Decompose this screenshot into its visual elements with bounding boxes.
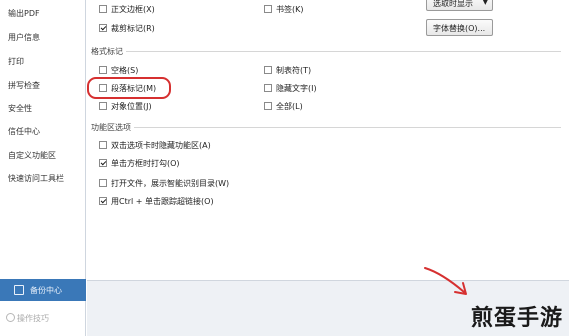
annotation-arrow	[424, 267, 467, 295]
ribbon-options-divider	[91, 127, 561, 128]
sidebar-item-print[interactable]: 打印	[8, 56, 24, 67]
watermark-logo: 煎蛋手游	[470, 305, 563, 331]
backup-icon	[14, 285, 24, 295]
hide-ribbon-checkbox[interactable]	[99, 141, 107, 149]
format-marks-title: 格式标记	[91, 46, 126, 57]
tips-icon	[6, 313, 15, 322]
annotation-highlight	[87, 77, 171, 99]
object-anchor-checkbox[interactable]	[99, 102, 107, 110]
tab-mark-label: 制表符(T)	[276, 66, 312, 75]
smart-toc-checkbox[interactable]	[99, 179, 107, 187]
hidden-text-label: 隐藏文字(I)	[276, 84, 317, 93]
object-anchor-label: 对象位置(J)	[111, 102, 152, 111]
display-mode-value: 选取时显示	[433, 0, 473, 8]
backup-center-button[interactable]: 备份中心	[0, 279, 86, 301]
bookmark-checkbox[interactable]	[264, 5, 272, 13]
space-mark-label: 空格(S)	[111, 66, 139, 75]
display-mode-select[interactable]: 选取时显示 ▼	[426, 0, 493, 11]
view-options-panel: 正文边框(X) 裁剪标记(R) 书签(K) 选取时显示 ▼ 字体替换(O)...…	[87, 0, 569, 280]
sidebar-item-quick-access-toolbar[interactable]: 快速访问工具栏	[8, 173, 64, 184]
sidebar-item-spell-check[interactable]: 拼写检查	[8, 80, 40, 91]
sidebar-item-customize-ribbon[interactable]: 自定义功能区	[8, 150, 56, 161]
hide-ribbon-label: 双击选项卡时隐藏功能区(A)	[111, 141, 211, 150]
all-marks-label: 全部(L)	[276, 102, 303, 111]
hidden-text-checkbox[interactable]	[264, 84, 272, 92]
click-to-check-label: 单击方框时打勾(O)	[111, 159, 180, 168]
tab-mark-checkbox[interactable]	[264, 66, 272, 74]
sidebar-item-trust-center[interactable]: 信任中心	[8, 126, 40, 137]
crop-marks-checkbox[interactable]	[99, 24, 107, 32]
ribbon-options-title: 功能区选项	[91, 122, 134, 133]
bookmark-label: 书签(K)	[276, 5, 304, 14]
sidebar-item-export-pdf[interactable]: 输出PDF	[8, 8, 40, 19]
tips-link[interactable]: 操作技巧	[0, 305, 86, 336]
settings-sidebar: 输出PDF 用户信息 打印 拼写检查 安全性 信任中心 自定义功能区 快速访问工…	[0, 0, 86, 336]
smart-toc-label: 打开文件，展示智能识别目录(W)	[111, 179, 230, 188]
backup-center-label: 备份中心	[30, 286, 62, 295]
text-boundary-checkbox[interactable]	[99, 5, 107, 13]
ctrl-click-link-label: 用Ctrl + 单击跟踪超链接(O)	[111, 197, 214, 206]
sidebar-item-security[interactable]: 安全性	[8, 103, 32, 114]
ctrl-click-link-checkbox[interactable]	[99, 197, 107, 205]
sidebar-item-user-info[interactable]: 用户信息	[8, 32, 40, 43]
space-mark-checkbox[interactable]	[99, 66, 107, 74]
font-replace-button[interactable]: 字体替换(O)...	[426, 19, 493, 36]
chevron-down-icon: ▼	[482, 0, 488, 6]
tips-label: 操作技巧	[17, 314, 49, 323]
format-marks-divider	[91, 51, 561, 52]
text-boundary-label: 正文边框(X)	[111, 5, 155, 14]
all-marks-checkbox[interactable]	[264, 102, 272, 110]
crop-marks-label: 裁剪标记(R)	[111, 24, 155, 33]
click-to-check-checkbox[interactable]	[99, 159, 107, 167]
